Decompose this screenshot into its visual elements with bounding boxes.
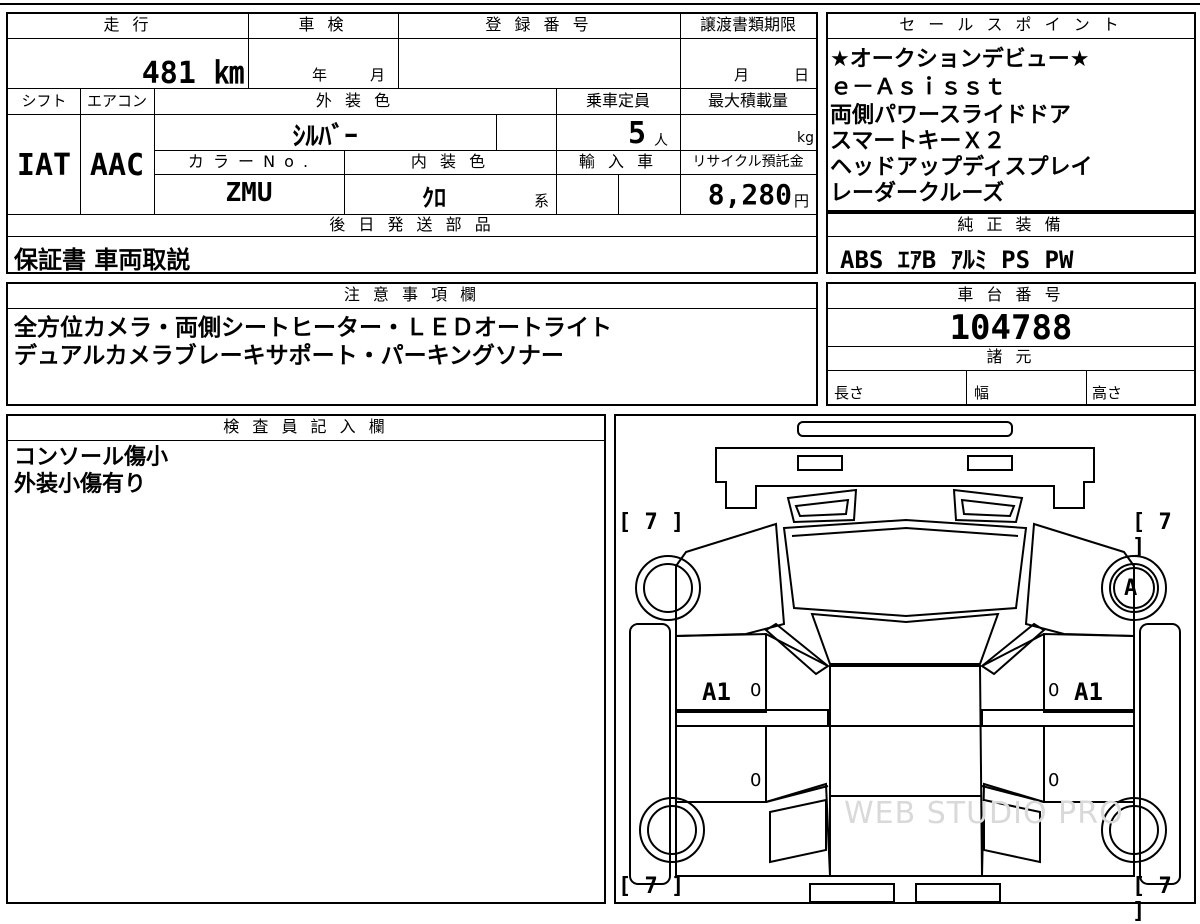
notes-line: 全方位カメラ・両側シートヒーター・ＬＥＤオートライト xyxy=(14,315,612,341)
sales-point-line: レーダークルーズ xyxy=(830,181,1005,206)
inspector-line: 外装小傷有り xyxy=(14,472,147,497)
shaken-month-label: 月 xyxy=(370,66,386,84)
mileage-header: 走 行 xyxy=(103,15,153,34)
chassis-number: 104788 xyxy=(949,308,1073,348)
aircon-header: エアコン xyxy=(86,92,147,110)
interior-color-value: ｸﾛ xyxy=(422,184,446,212)
transfer-day-label: 日 xyxy=(794,66,810,84)
standard-equipment-box: 純 正 装 備 ABS ｴｱB ｱﾙﾐ PS PW xyxy=(826,212,1196,274)
inspector-header: 検 査 員 記 入 欄 xyxy=(223,417,389,436)
inspector-line: コンソール傷小 xyxy=(14,445,169,470)
spec-length-label: 長さ xyxy=(834,384,865,402)
damage-diagram-box: [ 7 ] [ 7 ] [ 7 ] [ 7 ] A A1 A1 0 0 0 0 … xyxy=(614,414,1196,924)
max-load-header: 最大積載量 xyxy=(707,91,788,110)
standard-equipment-header: 純 正 装 備 xyxy=(957,215,1065,234)
sales-point-line: 両側パワースライドドア xyxy=(830,103,1071,128)
notes-box: 注 意 事 項 欄 全方位カメラ・両側シートヒーター・ＬＥＤオートライト デュア… xyxy=(6,282,818,406)
specs-header: 諸 元 xyxy=(986,347,1036,366)
door-zero-mark: 0 xyxy=(1048,680,1060,701)
capacity-header: 乗車定員 xyxy=(585,91,650,110)
watermark-text: WEB STUDIO PRO xyxy=(844,796,1124,831)
notes-line: デュアルカメラブレーキサポート・パーキングソナー xyxy=(14,343,564,369)
shift-value: IAT xyxy=(16,148,72,183)
tire-rear-right-tread: [ 7 ] xyxy=(1132,874,1172,924)
transfer-deadline-header: 譲渡書類期限 xyxy=(699,15,796,34)
damage-mark-right-front-door: A1 xyxy=(1074,678,1103,706)
shift-header: シフト xyxy=(21,92,67,110)
top-edge-line xyxy=(0,3,1200,5)
notes-header: 注 意 事 項 欄 xyxy=(343,285,481,304)
sales-point-line: ★オークションデビュー★ xyxy=(830,47,1090,72)
sales-point-line: ｅ－Ａｓｉｓｓｔ xyxy=(830,75,1007,100)
damage-mark-left-front-door: A1 xyxy=(702,678,731,706)
exterior-color-value: ｼﾙﾊﾞｰ xyxy=(292,122,358,152)
mileage-value: 481 ㎞ xyxy=(141,56,244,91)
standard-equipment-value: ABS ｴｱB ｱﾙﾐ PS PW xyxy=(840,246,1074,274)
sales-points-box: セ ー ル ス ポ イ ン ト ★オークションデビュー★ ｅ－Ａｓｉｓｓｔ 両側… xyxy=(826,12,1196,212)
vehicle-info-table: 走 行 車 検 登 録 番 号 譲渡書類期限 481 ㎞ 年 月 月 日 シフト… xyxy=(6,12,818,274)
recycle-value: 8,280 xyxy=(707,178,792,211)
exterior-color-header: 外 装 色 xyxy=(315,91,395,110)
color-no-value: ZMU xyxy=(225,178,273,208)
color-no-header: カ ラ ー N o . xyxy=(187,152,311,171)
interior-color-header: 内 装 色 xyxy=(410,152,490,171)
interior-color-suffix: 系 xyxy=(534,192,550,210)
transfer-month-label: 月 xyxy=(734,66,750,84)
tire-front-right-tread: [ 7 ] xyxy=(1132,510,1172,560)
chassis-header: 車 台 番 号 xyxy=(957,285,1065,304)
capacity-value: 5 xyxy=(627,116,646,151)
sales-point-line: ヘッドアップディスプレイ xyxy=(830,155,1093,180)
recycle-unit: 円 xyxy=(794,192,810,210)
shaken-year-label: 年 xyxy=(312,66,328,84)
inspector-box: 検 査 員 記 入 欄 コンソール傷小 外装小傷有り xyxy=(6,414,606,904)
import-header: 輸 入 車 xyxy=(578,152,658,171)
sales-points-header: セ ー ル ス ポ イ ン ト xyxy=(899,15,1123,34)
max-load-unit: kg xyxy=(797,130,814,146)
aircon-value: AAC xyxy=(89,148,145,183)
recycle-header: リサイクル預託金 xyxy=(692,154,804,170)
capacity-unit: 人 xyxy=(654,133,668,149)
door-zero-mark: 0 xyxy=(750,770,762,791)
sales-point-line: スマートキーＸ２ xyxy=(830,129,1006,154)
spec-width-label: 幅 xyxy=(974,384,990,402)
door-zero-mark: 0 xyxy=(750,680,762,701)
tire-rear-left-tread: [ 7 ] xyxy=(618,874,685,899)
door-zero-mark: 0 xyxy=(1048,770,1060,791)
later-parts-header: 後 日 発 送 部 品 xyxy=(329,215,495,234)
spec-height-label: 高さ xyxy=(1092,384,1123,402)
chassis-specs-box: 車 台 番 号 104788 諸 元 長さ 幅 高さ xyxy=(826,282,1196,406)
damage-mark-front-right-wheel: A xyxy=(1124,576,1138,601)
later-parts-value: 保証書 車両取説 xyxy=(14,246,191,274)
shaken-header: 車 検 xyxy=(298,15,348,34)
registration-header: 登 録 番 号 xyxy=(485,15,593,34)
tire-front-left-tread: [ 7 ] xyxy=(618,510,685,535)
